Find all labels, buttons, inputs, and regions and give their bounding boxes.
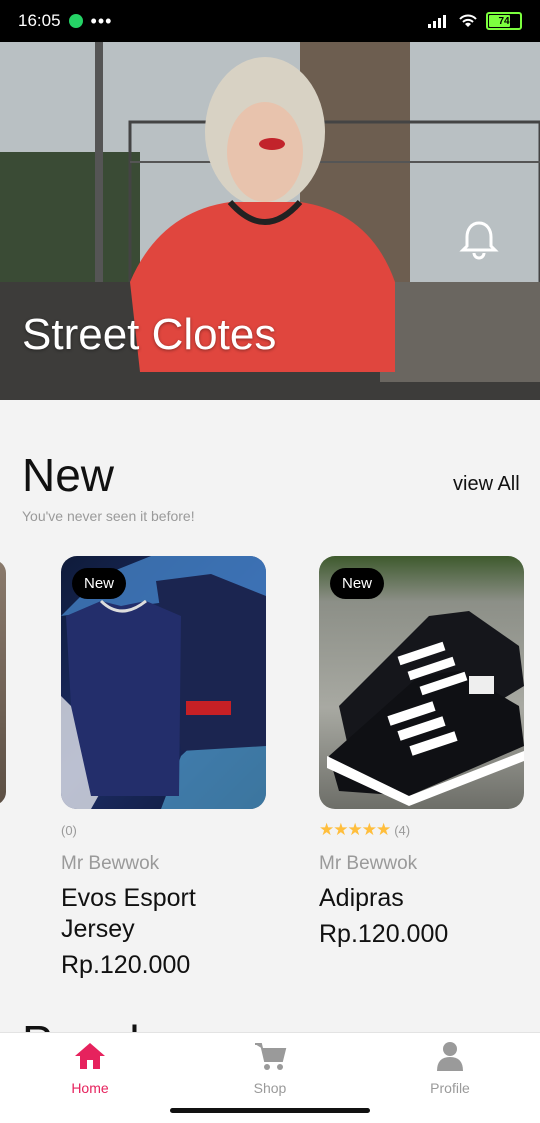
status-bar: 16:05 ••• 74 [0,0,540,42]
home-icon [75,1043,105,1069]
status-time: 16:05 [18,11,61,30]
star-rating-icon: ★★★★★ [319,820,391,839]
product-rating: (0) [61,821,266,839]
nav-label-profile: Profile [430,1080,470,1096]
wifi-icon [459,14,477,27]
product-name: Adipras [319,884,404,912]
home-indicator[interactable] [170,1108,370,1113]
product-name: Evos Esport Jersey [61,884,196,943]
product-image: New [319,556,524,809]
whatsapp-icon [68,14,83,28]
profile-icon [437,1042,463,1071]
nav-item-home[interactable]: Home [35,1041,145,1096]
product-seller: Mr Bewwok [319,853,418,874]
battery-level: 74 [498,15,510,27]
nav-item-profile[interactable]: Profile [395,1041,505,1096]
section-subtitle: You've never seen it before! [22,508,195,524]
product-card[interactable]: New (0) Mr Bewwok Evos Esport Jersey Rp.… [61,556,266,980]
view-all-link[interactable]: view All [453,473,520,496]
product-image: New [61,556,266,809]
rating-count: (4) [394,822,411,838]
nav-label-home: Home [71,1080,109,1096]
previous-product-card[interactable] [0,560,6,805]
battery-icon: 74 [486,12,522,30]
nav-label-shop: Shop [253,1080,287,1096]
product-card[interactable]: New ★★★★★ (4) Mr Bewwok Adipras Rp.120.0… [319,556,524,949]
section-title: New [22,449,115,501]
product-seller: Mr Bewwok [61,853,160,874]
product-price: Rp.120.000 [61,951,191,979]
product-price: Rp.120.000 [319,920,449,948]
notification-bell-icon[interactable] [458,218,500,260]
product-badge: New [330,568,385,599]
cart-icon [255,1043,287,1070]
hero-title: Street Clotes [22,310,277,359]
product-rating: ★★★★★ (4) [319,820,524,839]
hero-banner[interactable]: Street Clotes [0,42,540,400]
nav-item-shop[interactable]: Shop [215,1041,325,1096]
status-icons: 74 [428,12,522,30]
more-notifications-icon: ••• [90,10,113,31]
product-badge: New [72,568,127,599]
rating-count: (0) [61,822,77,838]
signal-icon [428,15,446,28]
